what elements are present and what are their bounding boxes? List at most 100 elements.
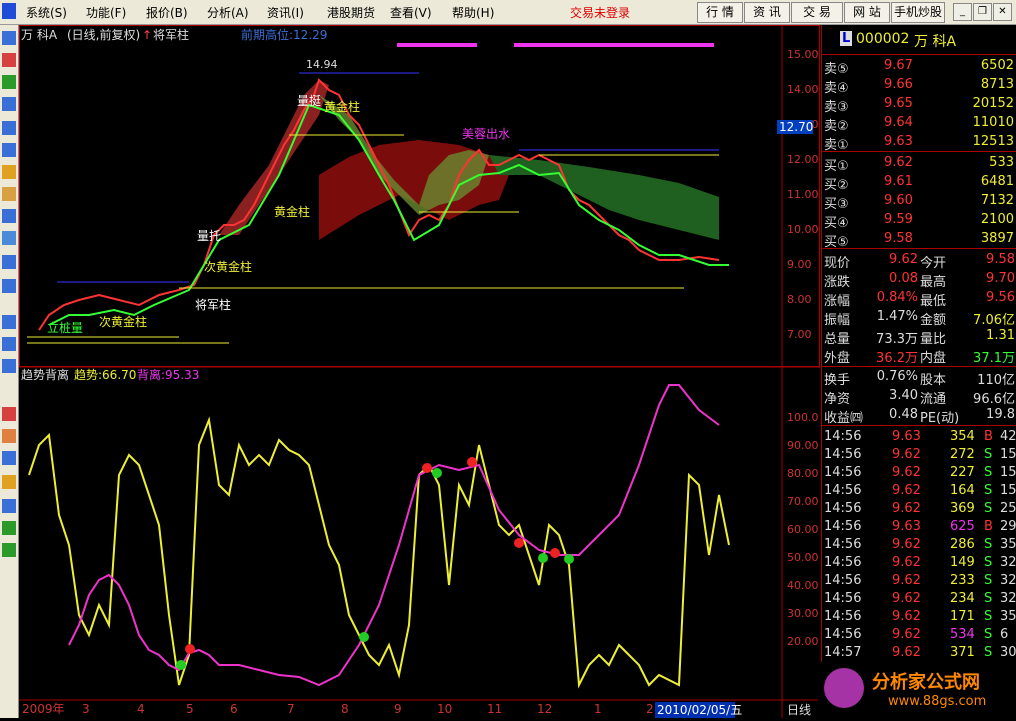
menu-system[interactable]: 系统(S) [26,4,67,21]
prev-high-label: 前期高位:12.29 [241,27,327,42]
toolbar-info-button[interactable]: 资 讯 [744,2,790,23]
quote-row: 卖② 9.64 11010 [822,114,1016,134]
line-icon[interactable] [2,53,16,67]
quote-row: 净资 3.40 流通 96.6亿 [822,387,1016,407]
tick-time: 14:56 [824,483,862,498]
tick-volume: 164 [950,483,975,498]
link-icon[interactable] [2,451,16,465]
annotation: 次黄金柱 [204,259,252,274]
quote-row: 14:56 9.62 227 S 15 [822,464,1016,482]
quote-row: 换手 0.76% 股本 110亿 [822,368,1016,388]
tick-price: 9.62 [892,465,921,480]
stat-value: 9.62 [889,252,918,267]
dollar-icon[interactable] [2,407,16,421]
trend-line [28,416,730,689]
chart2-icon[interactable] [2,359,16,373]
tick-volume: 286 [950,537,975,552]
tick-volume: 233 [950,573,975,588]
table-icon[interactable] [2,121,16,135]
annotation: 立桩量 [47,320,83,335]
stat-value: 96.6亿 [973,392,1015,407]
pct-icon[interactable] [2,231,16,245]
lower-trend: 趋势:66.70 [74,368,136,382]
menu-quote[interactable]: 报价(B) [146,4,188,21]
stat-value: 0.08 [889,271,918,286]
wave-icon[interactable] [2,315,16,329]
quote-row: 14:56 9.62 286 S 35 [822,536,1016,554]
search-icon[interactable] [2,255,16,269]
bid-label: 买④ [824,216,849,231]
app-logo [2,3,16,19]
stat-label: 最低 [920,294,947,309]
bid-price: 9.58 [884,231,913,246]
xtick: 1 [594,702,602,716]
tick-time: 14:56 [824,555,862,570]
menu-help[interactable]: 帮助(H) [452,4,494,21]
mail-icon[interactable] [2,165,16,179]
ask-volume: 11010 [972,115,1014,130]
xtick: 3 [82,702,90,716]
restore-icon[interactable]: ❐ [973,3,992,21]
tick-count: 42 [1000,429,1016,444]
stock-code: 000002 [856,31,910,47]
tick-count: 6 [1000,627,1009,642]
stat-label: 换手 [824,373,851,388]
chart-stock-name: 万 科A [21,28,58,42]
menu-function[interactable]: 功能(F) [86,4,126,21]
book-icon[interactable] [2,209,16,223]
stat-label: 现价 [824,256,851,271]
menu-hk-futures[interactable]: 港股期货 [327,4,375,21]
toolbar-website-button[interactable]: 网 站 [844,2,890,23]
tick-price: 9.62 [892,627,921,642]
stat-label: 今开 [920,256,947,271]
rsi-icon[interactable] [2,337,16,351]
ytick: 100.0 [787,411,819,424]
stat-value: 1.47% [876,309,918,324]
ytick: 10.00 [787,223,819,236]
quote-row: 买④ 9.59 2100 [822,211,1016,231]
stat-label: 外盘 [824,351,851,366]
tick-time: 14:56 [824,573,862,588]
watermark-url: www.88gs.com [888,694,987,709]
stat-value: 1.31 [986,328,1015,343]
tick-count: 15 [1000,483,1016,498]
bid-price: 9.61 [884,174,913,189]
menu-info[interactable]: 资讯(I) [267,4,304,21]
etf-icon[interactable] [2,279,16,293]
menu-analysis[interactable]: 分析(A) [207,4,249,21]
stat-value: 9.56 [986,290,1015,305]
arrow-up-icon[interactable] [2,521,16,535]
tick-side: S [984,537,993,552]
users-icon[interactable] [2,187,16,201]
tick-price: 9.62 [892,591,921,606]
grid-icon[interactable] [2,143,16,157]
divergence-line [68,384,720,687]
chart-icon[interactable] [2,31,16,45]
stat-label: PE(动) [920,411,960,426]
kline-chart[interactable]: 万 科A (日线,前复权) ↑ 将军柱 前期高位:12.29 14.94 15.… [19,25,820,718]
bid-price: 9.62 [884,155,913,170]
ask-label: 卖④ [824,81,849,96]
tool-icon[interactable] [2,429,16,443]
toolbar-mobile-button[interactable]: 手机炒股 [891,2,945,23]
pencil-icon[interactable] [2,475,16,489]
move-icon[interactable] [2,499,16,513]
quote-row: 卖③ 9.65 20152 [822,95,1016,115]
candle-icon[interactable] [2,75,16,89]
tick-count: 32 [1000,555,1016,570]
toolbar-quote-button[interactable]: 行 情 [697,2,743,23]
tick-volume: 371 [950,645,975,660]
close-icon[interactable]: ✕ [993,3,1012,21]
toolbar-trade-button[interactable]: 交 易 [791,2,843,23]
tick-side: S [984,609,993,624]
list-icon[interactable] [2,97,16,111]
quote-row: 外盘 36.2万 内盘 37.1万 [822,346,1016,366]
minimize-icon[interactable]: _ [953,3,972,21]
xtick: 12 [537,702,552,716]
stat-value: 73.3万 [876,332,918,347]
stat-value: 0.76% [876,369,918,384]
stat-label: 总量 [824,332,851,347]
arrow-down-icon[interactable] [2,543,16,557]
menu-view[interactable]: 查看(V) [390,4,432,21]
ask-price: 9.63 [884,134,913,149]
